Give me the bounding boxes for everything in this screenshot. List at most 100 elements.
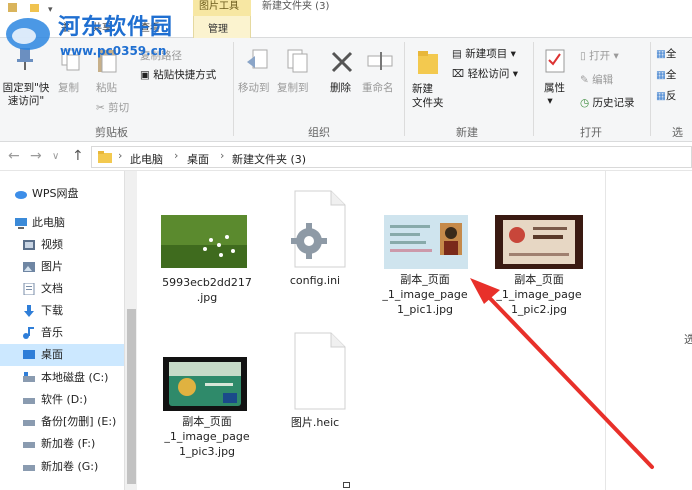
group-separator [650, 42, 651, 136]
file-item[interactable]: 副本_页面 _1_image_page 1_pic1.jpg [377, 215, 473, 325]
document-icon [23, 283, 35, 295]
nav-scrollbar[interactable] [124, 171, 137, 490]
back-button[interactable]: ← [8, 148, 20, 164]
drive-icon [23, 398, 35, 404]
up-button[interactable]: ↑ [72, 148, 84, 164]
group-separator [533, 42, 534, 136]
edit-button[interactable]: ✎ 编辑 [580, 74, 613, 87]
picture-tools-context: 图片工具 [193, 0, 251, 16]
nav-item-drive-f[interactable]: 新加卷 (F:) [0, 433, 124, 455]
group-open-label: 打开 [580, 126, 602, 139]
file-item[interactable]: config.ini [267, 189, 363, 289]
invert-selection-button[interactable]: ▦反 [656, 90, 676, 103]
resize-tick [343, 482, 350, 488]
select-all-icon: ▦ [656, 48, 666, 60]
nav-item-drive-c[interactable]: 本地磁盘 (C:) [0, 367, 124, 389]
nav-item-label: WPS网盘 [32, 187, 79, 200]
history-button[interactable]: ◷ 历史记录 [580, 97, 635, 110]
breadcrumb-current-folder[interactable]: 新建文件夹 (3) [232, 151, 306, 167]
image-thumbnail [161, 215, 247, 268]
copy-to-icon [287, 49, 308, 73]
video-icon [23, 240, 35, 250]
easy-access-label: 轻松访问 [467, 68, 510, 80]
easy-access-icon: ⌧ [452, 68, 468, 80]
file-item[interactable]: 5993ecb2dd217 .jpg [159, 215, 255, 305]
open-label: 打开 [589, 50, 611, 62]
window-title: 新建文件夹 (3) [262, 1, 330, 12]
nav-item-this-pc[interactable]: 此电脑 [0, 212, 124, 234]
address-bar[interactable]: › 此电脑 › 桌面 › 新建文件夹 (3) [91, 146, 692, 168]
breadcrumb-separator[interactable]: › [174, 149, 178, 162]
pin-quick-access-button[interactable]: 固定到"快 速访问" [0, 82, 52, 108]
nav-item-wps-cloud[interactable]: WPS网盘 [0, 183, 124, 205]
new-item-button[interactable]: ▤ 新建项目 ▾ [452, 48, 516, 61]
paste-shortcut-button[interactable]: ▣ 粘贴快捷方式 [140, 69, 216, 82]
folder-icon [98, 151, 112, 163]
address-row: ← → ∨ ↑ › 此电脑 › 桌面 › 新建文件夹 (3) [0, 143, 692, 171]
edit-label: 编辑 [592, 74, 614, 86]
recent-dropdown-button[interactable]: ∨ [52, 151, 59, 162]
nav-item-label: 新加卷 (G:) [41, 460, 99, 473]
group-clipboard-label: 剪贴板 [95, 126, 128, 139]
id-card-thumbnail [384, 215, 468, 269]
group-select-label: 选 [672, 126, 683, 139]
delete-button[interactable]: 删除 [330, 82, 351, 95]
nav-item-label: 桌面 [41, 348, 63, 361]
chevron-down-icon: ▾ [544, 95, 553, 107]
select-all-label: 全 [665, 48, 677, 60]
cut-button[interactable]: ✂ 剪切 [96, 102, 129, 115]
nav-scrollbar-thumb[interactable] [127, 309, 136, 484]
watermark-url: www.pc0359.cn [60, 44, 167, 58]
copy-button[interactable]: 复制 [58, 82, 79, 95]
file-name: config.ini [289, 274, 341, 287]
paste-button[interactable]: 粘贴 [96, 82, 117, 95]
file-item[interactable]: 图片.heic [267, 331, 363, 441]
copy-to-button[interactable]: 复制到 [277, 82, 309, 95]
nav-item-label: 下载 [41, 304, 63, 317]
nav-item-downloads[interactable]: 下载 [0, 300, 124, 322]
open-button[interactable]: ▯ 打开 ▾ [580, 50, 619, 63]
annotation-arrow-icon [470, 278, 654, 469]
breadcrumb-separator[interactable]: › [220, 149, 224, 162]
breadcrumb-separator[interactable]: › [118, 149, 122, 162]
drive-icon [23, 442, 35, 448]
nav-item-videos[interactable]: 视频 [0, 234, 124, 256]
rename-icon [367, 52, 393, 70]
file-name-line: 5993ecb2dd217 [162, 276, 252, 289]
settings-file-icon [291, 190, 346, 268]
id-card-thumbnail [495, 215, 583, 269]
system-drive-icon [23, 372, 35, 382]
new-folder-button[interactable]: 新建 文件夹 [412, 82, 444, 110]
music-icon [23, 327, 34, 339]
nav-item-pictures[interactable]: 图片 [0, 256, 124, 278]
watermark-logo-icon [6, 18, 50, 50]
file-item[interactable]: 副本_页面 _1_image_page 1_pic3.jpg [159, 357, 255, 467]
rename-button[interactable]: 重命名 [362, 82, 394, 95]
open-icon: ▯ [580, 50, 590, 62]
paste-shortcut-label: 粘贴快捷方式 [153, 69, 217, 81]
easy-access-button[interactable]: ⌧ 轻松访问 ▾ [452, 68, 518, 81]
desktop-icon [23, 350, 35, 359]
nav-item-drive-d[interactable]: 软件 (D:) [0, 389, 124, 411]
nav-item-drive-g[interactable]: 新加卷 (G:) [0, 456, 124, 478]
cut-label: 剪切 [108, 102, 130, 114]
nav-item-documents[interactable]: 文档 [0, 278, 124, 300]
chevron-down-icon: ▾ [507, 48, 516, 60]
chevron-down-icon: ▾ [610, 50, 619, 62]
nav-item-music[interactable]: 音乐 [0, 322, 124, 344]
select-all-button[interactable]: ▦全 [656, 48, 676, 61]
breadcrumb-this-pc[interactable]: 此电脑 [130, 151, 163, 167]
nav-item-drive-e[interactable]: 备份[勿删] (E:) [0, 411, 124, 433]
move-to-button[interactable]: 移动到 [238, 82, 270, 95]
tab-manage[interactable]: 管理 [193, 16, 251, 38]
file-name: 副本_页面 _1_image_page 1_pic1.jpg [377, 272, 473, 317]
properties-button[interactable]: 属性 ▾ [544, 82, 565, 108]
nav-item-label: 本地磁盘 (C:) [41, 371, 109, 384]
drive-icon [23, 420, 35, 426]
select-none-button[interactable]: ▦全 [656, 69, 676, 82]
select-none-label: 全 [665, 69, 677, 81]
cloud-icon [15, 191, 27, 199]
nav-item-desktop[interactable]: 桌面 [0, 344, 124, 366]
breadcrumb-desktop[interactable]: 桌面 [187, 151, 209, 167]
forward-button[interactable]: → [30, 148, 42, 164]
